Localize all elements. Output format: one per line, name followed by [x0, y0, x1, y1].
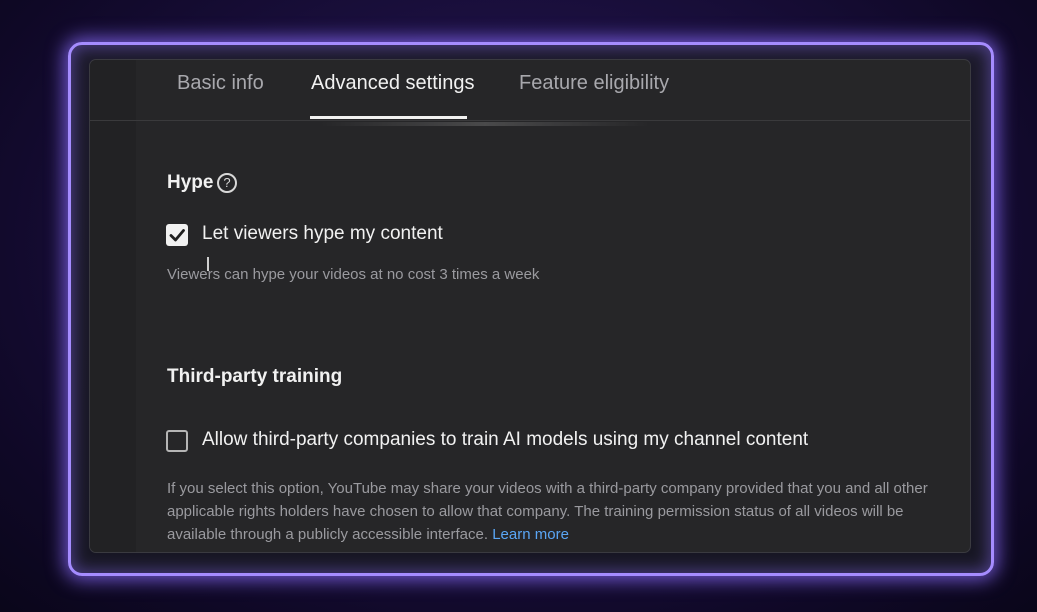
third-party-checkbox[interactable] [166, 430, 188, 452]
learn-more-link[interactable]: Learn more [492, 526, 569, 543]
tab-feature-eligibility[interactable]: Feature eligibility [519, 72, 669, 95]
hype-section-title: Hype [167, 172, 214, 193]
third-party-description: If you select this option, YouTube may s… [167, 477, 937, 546]
active-tab-indicator [310, 116, 467, 119]
text-cursor-icon [207, 257, 209, 271]
tab-advanced-settings[interactable]: Advanced settings [311, 72, 474, 95]
hype-checkbox-label[interactable]: Let viewers hype my content [202, 223, 443, 245]
help-icon[interactable]: ? [217, 173, 237, 193]
tab-basic-info[interactable]: Basic info [177, 72, 264, 95]
hype-description: Viewers can hype your videos at no cost … [167, 266, 540, 283]
settings-panel: Basic info Advanced settings Feature eli… [90, 60, 970, 552]
scrolled-content-remnant [320, 122, 650, 126]
side-strip [90, 60, 136, 552]
tab-bar: Basic info Advanced settings Feature eli… [90, 60, 970, 121]
third-party-checkbox-label[interactable]: Allow third-party companies to train AI … [202, 429, 808, 451]
checkmark-icon [169, 229, 185, 242]
third-party-section-title: Third-party training [167, 366, 343, 387]
hype-checkbox[interactable] [166, 224, 188, 246]
